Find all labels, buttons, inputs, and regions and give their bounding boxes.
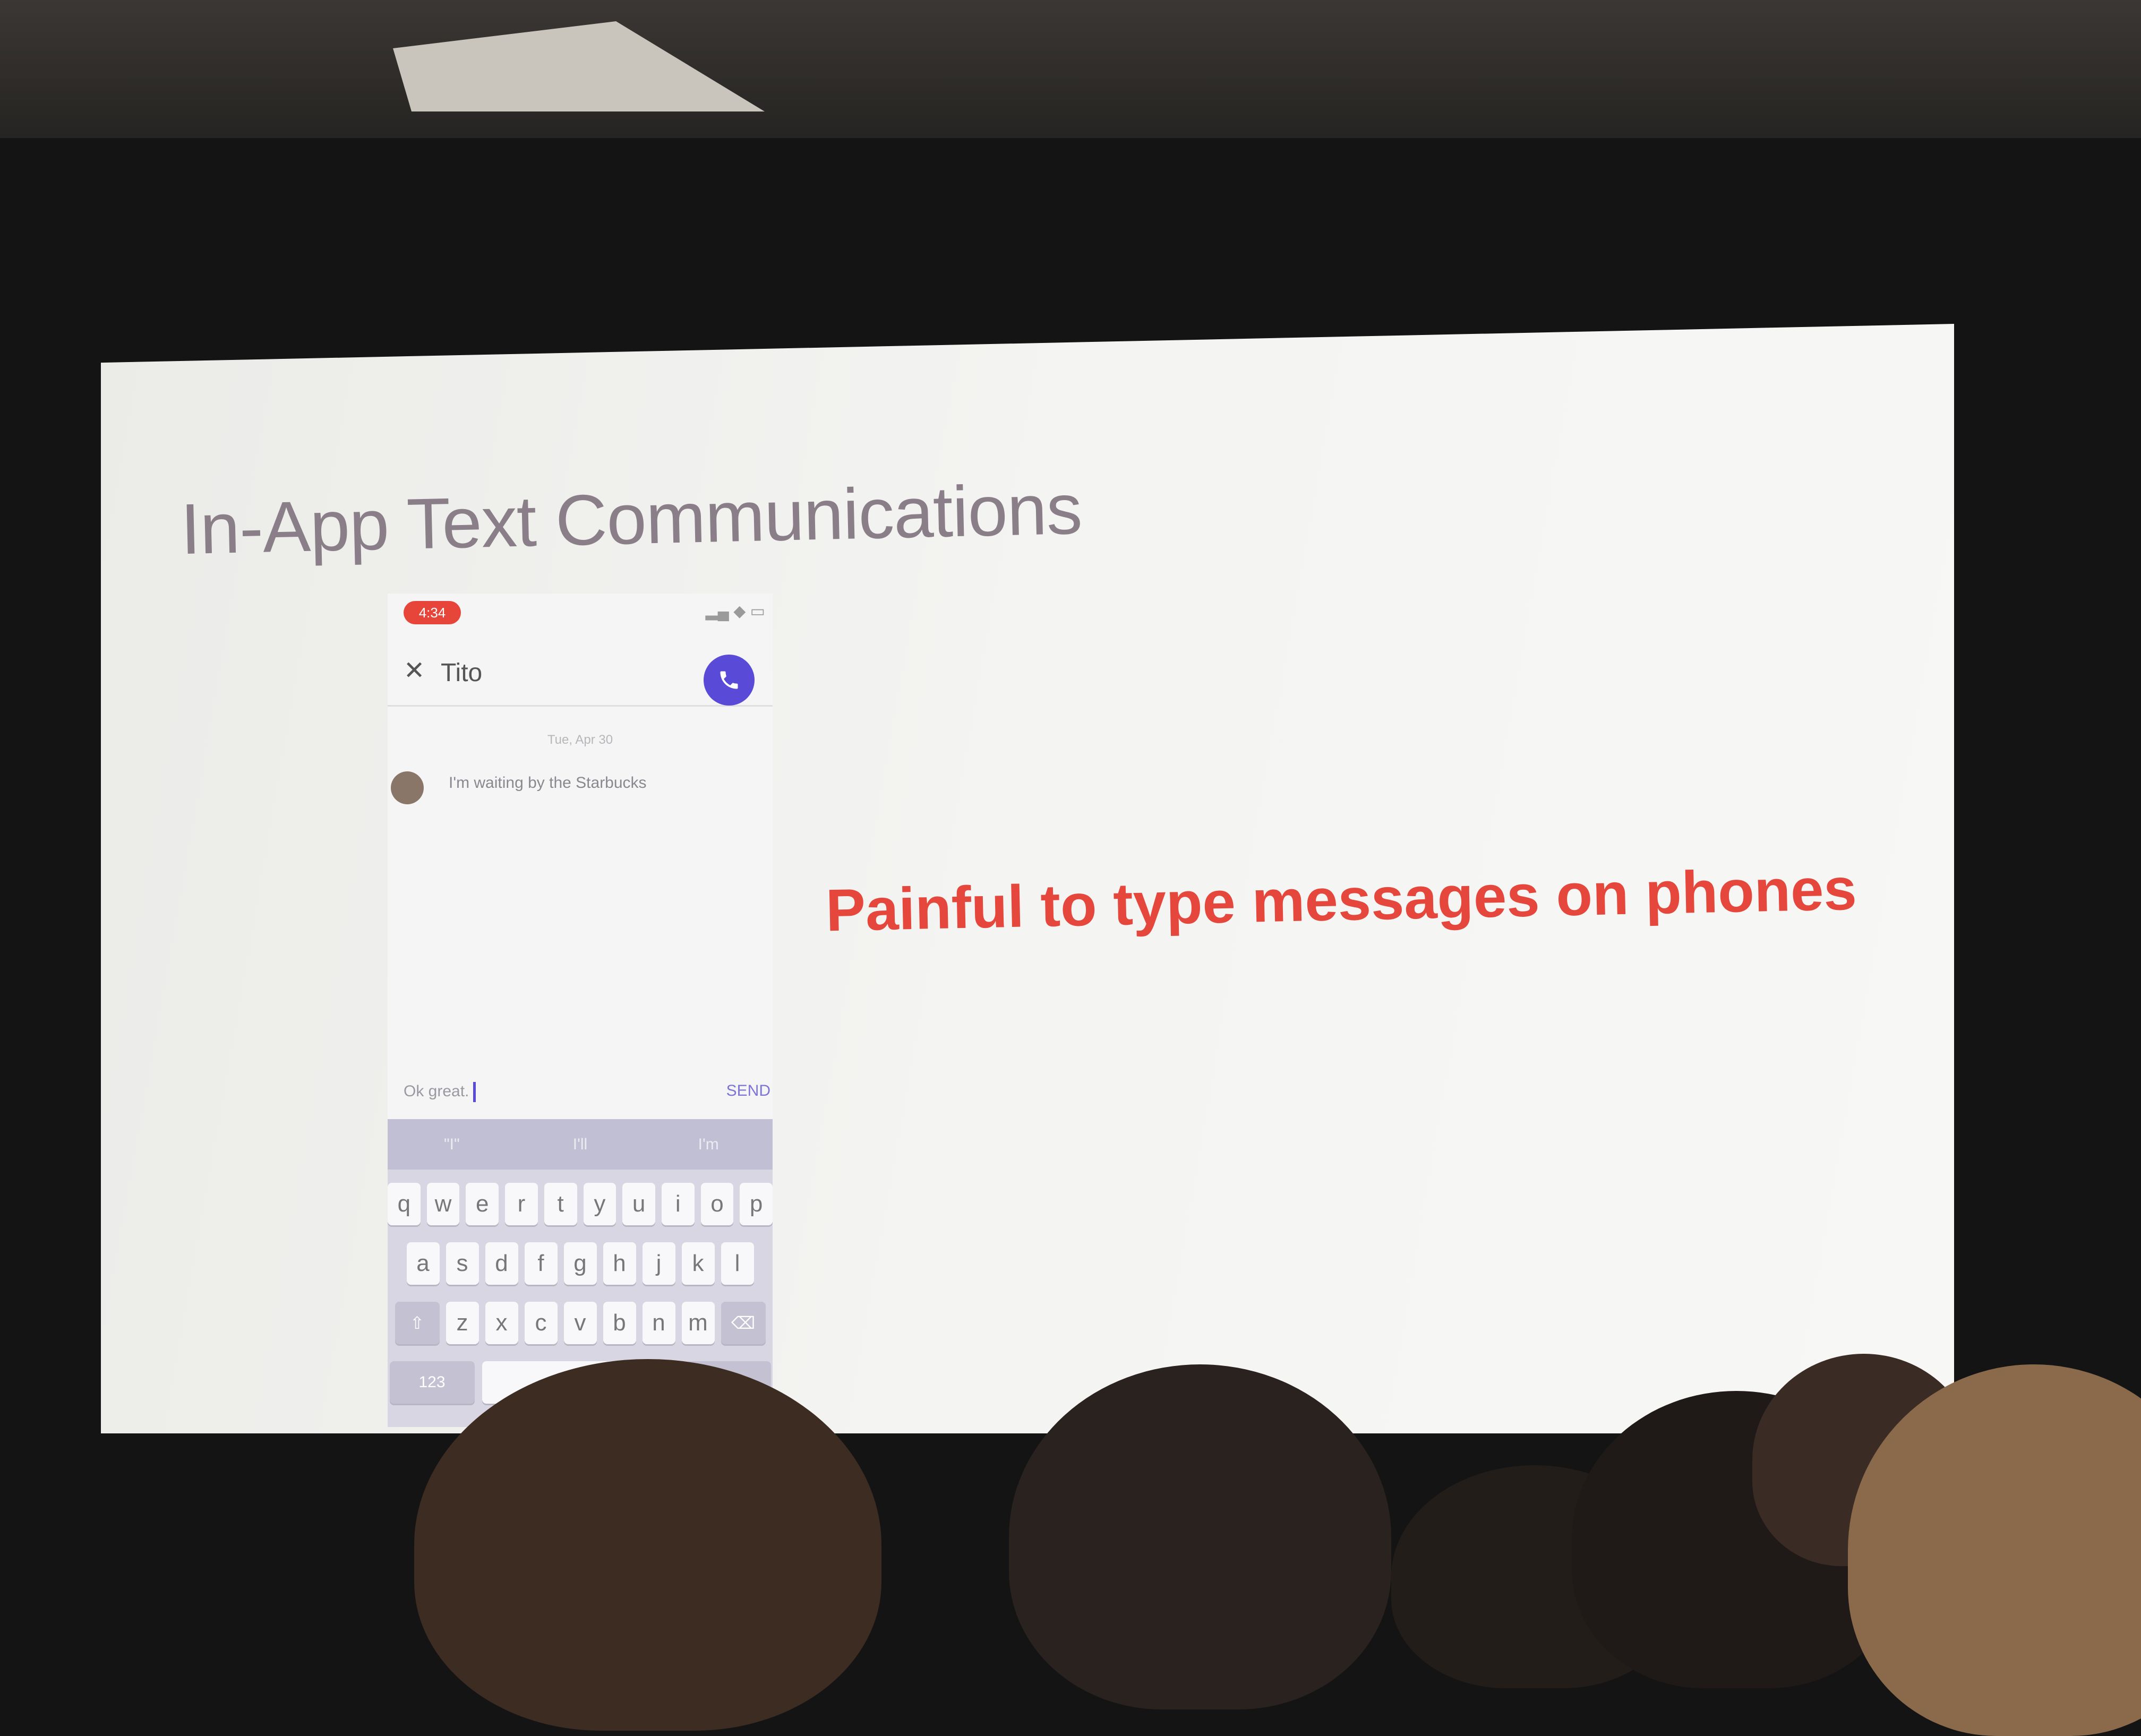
ceiling-beam xyxy=(393,21,765,111)
status-time: 4:34 xyxy=(404,601,461,624)
key-row-2: a s d f g h j k l xyxy=(388,1242,773,1285)
key-a[interactable]: a xyxy=(406,1242,440,1285)
suggestion-1[interactable]: "I" xyxy=(388,1119,516,1170)
text-caret xyxy=(473,1082,476,1102)
audience-head xyxy=(1572,1391,1901,1688)
send-button[interactable]: SEND xyxy=(726,1082,770,1100)
key-row-4: 123 return xyxy=(388,1361,773,1404)
photo-scene: In-App Text Communications 4:34 ▂▄ ◆ ▭ ✕… xyxy=(0,0,2141,1736)
key-q[interactable]: q xyxy=(387,1183,421,1225)
suggestion-3[interactable]: I'm xyxy=(644,1119,773,1170)
suggestion-2[interactable]: I'll xyxy=(516,1119,645,1170)
message-input-value: Ok great. xyxy=(404,1082,469,1100)
call-button[interactable] xyxy=(704,655,755,706)
key-v[interactable]: v xyxy=(563,1302,597,1344)
avatar xyxy=(391,771,424,804)
key-b[interactable]: b xyxy=(603,1302,636,1344)
close-icon[interactable]: ✕ xyxy=(404,658,425,684)
phone-icon xyxy=(720,671,738,689)
key-n[interactable]: n xyxy=(642,1302,675,1344)
key-h[interactable]: h xyxy=(603,1242,636,1285)
key-m[interactable]: m xyxy=(681,1302,715,1344)
status-bar: 4:34 ▂▄ ◆ ▭ xyxy=(388,594,773,636)
key-z[interactable]: z xyxy=(446,1302,479,1344)
incoming-message: I'm waiting by the Starbucks xyxy=(449,774,647,792)
key-f[interactable]: f xyxy=(524,1242,558,1285)
key-y[interactable]: y xyxy=(583,1183,616,1225)
return-key[interactable]: return xyxy=(686,1361,771,1404)
chat-header: ✕ Tito xyxy=(388,636,773,707)
room-ceiling xyxy=(0,0,2141,138)
contact-name: Tito xyxy=(441,659,483,687)
key-w[interactable]: w xyxy=(426,1183,460,1225)
key-g[interactable]: g xyxy=(563,1242,597,1285)
signal-wifi-battery-icon: ▂▄ ◆ ▭ xyxy=(705,603,765,620)
backspace-icon: ⌫ xyxy=(731,1313,756,1333)
keyboard: "I" I'll I'm q w e r t y u i o p a s d f xyxy=(387,1119,773,1427)
key-t[interactable]: t xyxy=(544,1183,577,1225)
key-row-3: ⇧ z x c v b n m ⌫ xyxy=(388,1302,773,1344)
key-u[interactable]: u xyxy=(622,1183,655,1225)
key-i[interactable]: i xyxy=(661,1183,695,1225)
space-key[interactable] xyxy=(482,1361,679,1404)
shift-icon: ⇧ xyxy=(410,1313,424,1333)
suggestion-bar: "I" I'll I'm xyxy=(388,1119,773,1170)
key-row-1: q w e r t y u i o p xyxy=(387,1183,773,1225)
audience-head xyxy=(1391,1465,1678,1688)
key-r[interactable]: r xyxy=(505,1183,538,1225)
phone-screenshot: 4:34 ▂▄ ◆ ▭ ✕ Tito Tue, Apr 30 I'm waiti… xyxy=(387,594,773,1427)
shift-key[interactable]: ⇧ xyxy=(395,1302,440,1344)
key-k[interactable]: k xyxy=(681,1242,715,1285)
key-j[interactable]: j xyxy=(642,1242,675,1285)
key-s[interactable]: s xyxy=(446,1242,479,1285)
compose-bar: Ok great. SEND xyxy=(388,1071,773,1114)
message-input[interactable]: Ok great. xyxy=(404,1082,476,1102)
key-d[interactable]: d xyxy=(485,1242,518,1285)
key-o[interactable]: o xyxy=(700,1183,734,1225)
key-e[interactable]: e xyxy=(466,1183,499,1225)
key-p[interactable]: p xyxy=(740,1183,773,1225)
message-date: Tue, Apr 30 xyxy=(547,733,613,747)
numbers-key[interactable]: 123 xyxy=(389,1361,475,1404)
key-c[interactable]: c xyxy=(524,1302,558,1344)
delete-key[interactable]: ⌫ xyxy=(721,1302,766,1344)
key-l[interactable]: l xyxy=(721,1242,754,1285)
key-x[interactable]: x xyxy=(485,1302,518,1344)
